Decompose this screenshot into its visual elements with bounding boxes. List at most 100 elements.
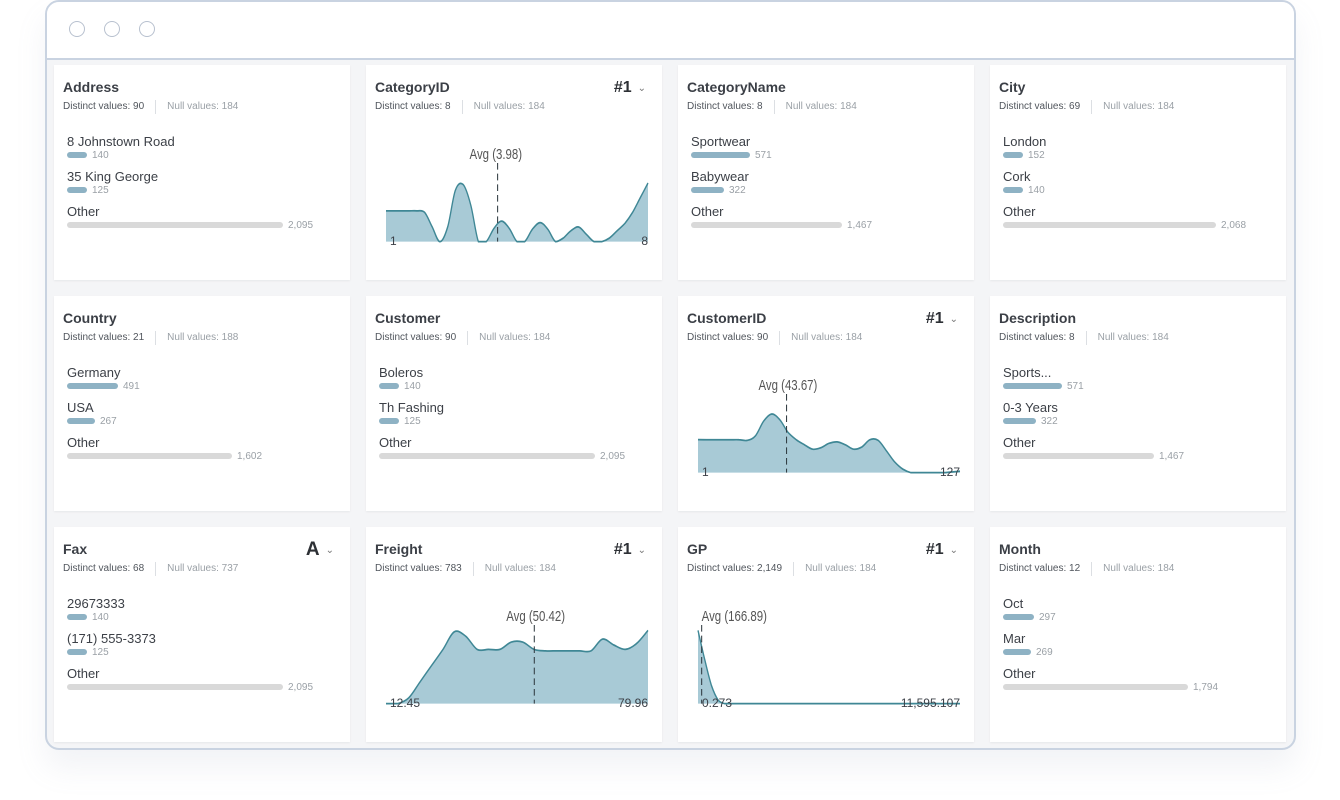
null-values-count: 184 [528,101,545,112]
column-card-customerid[interactable]: CustomerID Distinct values: 90 Null valu… [678,296,974,511]
value-frequency-bar [67,152,87,158]
density-plot: Avg (43.67) [697,377,961,474]
column-card-description[interactable]: Description Distinct values: 8 Null valu… [990,296,1286,511]
stats-divider [1091,100,1093,114]
window-minimize-button[interactable] [104,21,120,37]
distinct-values-label: Distinct values: 8 [999,332,1075,343]
value-label: Other [379,435,412,450]
other-values-item[interactable]: Other 1,794 [1003,666,1278,693]
stats-divider [155,562,157,576]
value-frequency-bar [379,453,595,459]
stats-divider [773,100,775,114]
value-label: 8 Johnstown Road [67,134,175,149]
top-value-item[interactable]: Boleros 140 [379,365,654,392]
top-values-list: London 152 Cork 140 Other 2,068 [999,134,1278,231]
stats-divider [155,331,157,345]
column-card-country[interactable]: Country Distinct values: 21 Null values:… [54,296,350,511]
top-values-list: 29673333 140 (171) 555-3373 125 Other 2,… [63,596,342,693]
null-values-label: Null values: 188 [167,332,239,343]
column-name: Address [63,79,120,95]
null-values-count: 184 [1152,332,1169,343]
top-value-item[interactable]: Oct 297 [1003,596,1278,623]
density-plot: Avg (50.42) [385,608,649,705]
column-card-month[interactable]: Month Distinct values: 12 Null values: 1… [990,527,1286,742]
column-name: Freight [375,541,423,557]
window-close-button[interactable] [69,21,85,37]
other-values-item[interactable]: Other 2,095 [67,204,342,231]
value-frequency-bar [1003,649,1031,655]
value-label: Other [691,204,724,219]
value-label: London [1003,134,1047,149]
top-value-item[interactable]: Babywear 322 [691,169,966,196]
column-stats: Distinct values: 2,149 Null values: 184 [687,562,966,576]
value-count: 267 [100,415,117,427]
null-values-count: 184 [221,101,239,112]
null-values-count: 184 [840,101,857,112]
top-values-list: Sports... 571 0-3 Years 322 Other 1,467 [999,365,1278,462]
null-values-label: Null values: 184 [1103,101,1175,112]
top-value-item[interactable]: 0-3 Years 322 [1003,400,1278,427]
distinct-values-label: Distinct values: 8 [687,101,763,112]
top-value-item[interactable]: Sportwear 571 [691,134,966,161]
top-value-item[interactable]: 29673333 140 [67,596,342,623]
other-values-item[interactable]: Other 2,095 [67,666,342,693]
window-maximize-button[interactable] [139,21,155,37]
other-values-item[interactable]: Other 1,602 [67,435,342,462]
value-count: 2,095 [600,450,626,462]
column-card-address[interactable]: Address Distinct values: 90 Null values:… [54,65,350,280]
column-name: GP [687,541,708,557]
value-label: Other [1003,204,1036,219]
chevron-down-icon: ⌄ [637,544,646,556]
value-label: 0-3 Years [1003,400,1058,415]
top-value-item[interactable]: 35 King George 125 [67,169,342,196]
density-line [697,630,960,705]
column-card-fax[interactable]: Fax Distinct values: 68 Null values: 737… [54,527,350,742]
value-count: 269 [1036,646,1053,658]
value-count: 140 [1028,184,1045,196]
column-type-dropdown[interactable]: #1 ⌄ [926,541,958,559]
other-values-item[interactable]: Other 1,467 [691,204,966,231]
column-card-categoryname[interactable]: CategoryName Distinct values: 8 Null val… [678,65,974,280]
numeric-type-icon: #1 [613,541,632,558]
axis-max-label: 11,595.107 [900,696,960,710]
distinct-values-label: Distinct values: 12 [999,563,1081,574]
column-card-customer[interactable]: Customer Distinct values: 90 Null values… [366,296,662,511]
other-values-item[interactable]: Other 2,068 [1003,204,1278,231]
column-type-dropdown[interactable]: A ⌄ [306,539,334,561]
numeric-type-icon: #1 [925,541,944,558]
null-values-label: Null values: 184 [484,563,556,574]
null-values-label: Null values: 184 [1097,332,1169,343]
value-label: 35 King George [67,169,159,184]
null-values-count: 184 [1157,563,1175,574]
top-value-item[interactable]: (171) 555-3373 125 [67,631,342,658]
app-window: Address Distinct values: 90 Null values:… [45,0,1296,750]
distinct-values-count: 90 [757,332,769,343]
top-value-item[interactable]: London 152 [1003,134,1278,161]
column-card-categoryid[interactable]: CategoryID Distinct values: 8 Null value… [366,65,662,280]
top-value-item[interactable]: Germany 491 [67,365,342,392]
other-values-item[interactable]: Other 1,467 [1003,435,1278,462]
value-count: 1,602 [237,450,263,462]
top-value-item[interactable]: Th Fashing 125 [379,400,654,427]
top-value-item[interactable]: Sports... 571 [1003,365,1278,392]
column-type-dropdown[interactable]: #1 ⌄ [614,541,646,559]
column-card-city[interactable]: City Distinct values: 69 Null values: 18… [990,65,1286,280]
column-type-dropdown[interactable]: #1 ⌄ [926,310,958,328]
value-frequency-bar [1003,684,1188,690]
column-card-gp[interactable]: GP Distinct values: 2,149 Null values: 1… [678,527,974,742]
column-type-dropdown[interactable]: #1 ⌄ [614,79,646,97]
value-label: Oct [1003,596,1024,611]
value-frequency-bar [67,187,87,193]
column-card-freight[interactable]: Freight Distinct values: 783 Null values… [366,527,662,742]
top-value-item[interactable]: USA 267 [67,400,342,427]
average-label: Avg (3.98) [470,146,523,163]
distinct-values-count: 8 [757,101,763,112]
value-label: Mar [1003,631,1026,646]
distinct-values-count: 69 [1069,101,1081,112]
axis-max-label: 8 [641,234,648,248]
top-value-item[interactable]: 8 Johnstown Road 140 [67,134,342,161]
distinct-values-count: 90 [445,332,457,343]
top-value-item[interactable]: Cork 140 [1003,169,1278,196]
top-value-item[interactable]: Mar 269 [1003,631,1278,658]
other-values-item[interactable]: Other 2,095 [379,435,654,462]
